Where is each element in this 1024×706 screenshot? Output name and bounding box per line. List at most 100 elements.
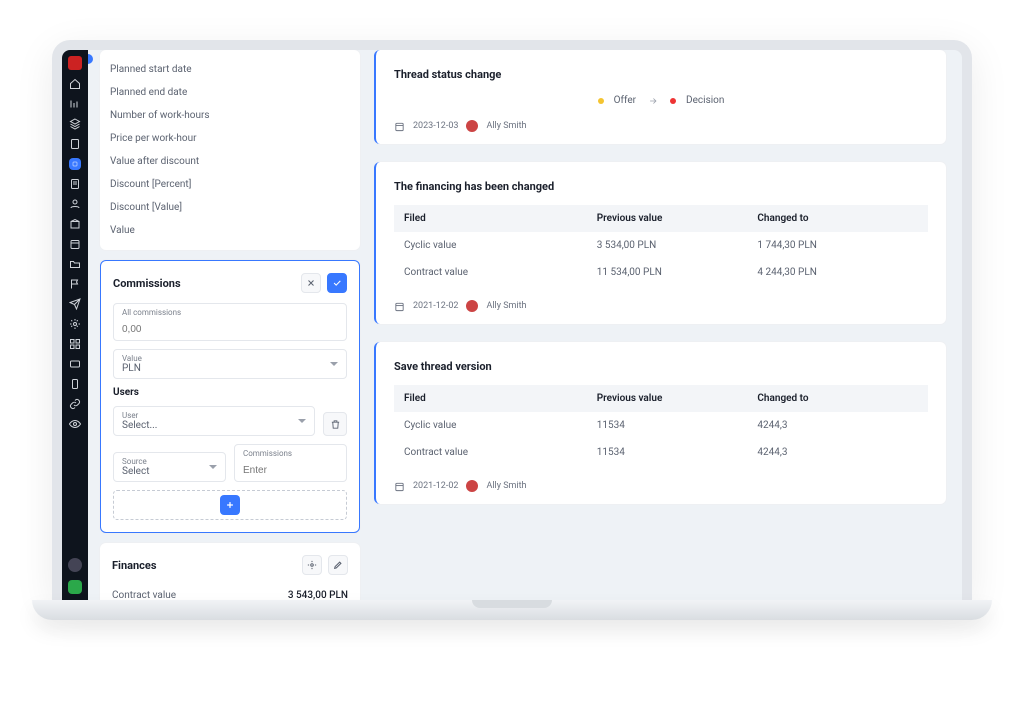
timeline-dot-icon	[88, 54, 93, 64]
finance-row: Contract value 3 543,00 PLN	[112, 585, 348, 600]
close-button[interactable]	[301, 273, 321, 293]
user-select[interactable]: Select...	[122, 420, 306, 431]
status-to: Decision	[686, 95, 724, 106]
status-change-line: Offer Decision	[394, 95, 928, 106]
help-icon[interactable]	[68, 580, 82, 594]
finance-amount: 3 543,00 PLN	[288, 590, 348, 600]
timeline-entry-financing-changed: The financing has been changed Filed Pre…	[374, 162, 946, 324]
nav-icon-card[interactable]	[69, 358, 81, 370]
entry-title: The financing has been changed	[394, 180, 928, 193]
value-currency-select[interactable]: PLN	[122, 363, 338, 374]
fields-card: Planned start date Planned end date Numb…	[100, 50, 360, 250]
author-avatar-icon	[466, 480, 478, 492]
table-cell: 11534	[597, 447, 758, 458]
nav-icon-eye[interactable]	[69, 418, 81, 430]
table-header-cell: Filed	[404, 213, 597, 224]
table-header-cell: Changed to	[757, 213, 918, 224]
nav-icon-home[interactable]	[69, 78, 81, 90]
finances-card: Finances Contract value 3 543,00 PLN Cyc…	[100, 543, 360, 600]
table-cell: Cyclic value	[404, 420, 597, 431]
arrow-right-icon	[646, 96, 660, 106]
nav-icon-gear[interactable]	[69, 318, 81, 330]
table-cell: Contract value	[404, 267, 597, 278]
field-label: Number of work-hours	[110, 104, 350, 127]
source-select[interactable]: Select	[122, 466, 217, 477]
field-label: Source	[122, 457, 217, 466]
nav-icon-chart[interactable]	[69, 98, 81, 110]
nav-icon-grid[interactable]	[69, 338, 81, 350]
entry-title: Thread status change	[394, 68, 928, 81]
field-label: Price per work-hour	[110, 127, 350, 150]
table-row: Cyclic value 11534 4244,3	[394, 412, 928, 439]
table-header-cell: Changed to	[757, 393, 918, 404]
value-currency-field: Value PLN	[113, 349, 347, 379]
nav-icon-send[interactable]	[69, 298, 81, 310]
table-cell: Cyclic value	[404, 240, 597, 251]
nav-icon-mobile[interactable]	[69, 378, 81, 390]
nav-icon-flag[interactable]	[69, 278, 81, 290]
nav-icon-users[interactable]	[69, 198, 81, 210]
field-label: Value	[110, 219, 350, 242]
calendar-icon	[394, 481, 405, 492]
entry-date: 2023-12-03	[413, 121, 458, 131]
add-row-button[interactable]	[220, 495, 240, 515]
field-label: All commissions	[122, 308, 338, 317]
entry-date: 2021-12-02	[413, 301, 458, 311]
table-cell: 11534	[597, 420, 758, 431]
entry-author: Ally Smith	[486, 301, 526, 311]
table-cell: 4244,3	[757, 420, 918, 431]
table-header-cell: Previous value	[597, 393, 758, 404]
finance-label: Contract value	[112, 590, 176, 600]
field-label: Discount [Value]	[110, 196, 350, 219]
changes-table: Filed Previous value Changed to Cyclic v…	[394, 205, 928, 286]
app-logo[interactable]	[68, 56, 82, 70]
nav-icon-calendar[interactable]	[69, 238, 81, 250]
table-cell: Contract value	[404, 447, 597, 458]
entry-date: 2021-12-02	[413, 481, 458, 491]
nav-icon-folder[interactable]	[69, 258, 81, 270]
changes-table: Filed Previous value Changed to Cyclic v…	[394, 385, 928, 466]
author-avatar-icon	[466, 300, 478, 312]
nav-icon-box[interactable]	[69, 218, 81, 230]
finances-title: Finances	[112, 559, 157, 572]
table-cell: 4244,3	[757, 447, 918, 458]
status-from: Offer	[614, 95, 636, 106]
field-label: Planned start date	[110, 58, 350, 81]
confirm-button[interactable]	[327, 273, 347, 293]
timeline-entry-save-version: Save thread version Filed Previous value…	[374, 342, 946, 504]
entry-author: Ally Smith	[486, 121, 526, 131]
table-row: Contract value 11 534,00 PLN 4 244,30 PL…	[394, 259, 928, 286]
field-label: Commissions	[243, 449, 338, 458]
table-cell: 11 534,00 PLN	[597, 267, 758, 278]
edit-button[interactable]	[328, 555, 348, 575]
users-heading: Users	[113, 387, 347, 398]
commissions-title: Commissions	[113, 277, 181, 290]
table-header-cell: Previous value	[597, 213, 758, 224]
field-label: Value	[122, 354, 338, 363]
field-label: Discount [Percent]	[110, 173, 350, 196]
add-row-area	[113, 490, 347, 520]
author-avatar-icon	[466, 120, 478, 132]
status-dot-icon	[670, 98, 676, 104]
timeline-entry-status-change: Thread status change Offer Decision 2023…	[374, 50, 946, 144]
field-label: User	[122, 411, 306, 420]
entry-title: Save thread version	[394, 360, 928, 373]
table-cell: 3 534,00 PLN	[597, 240, 758, 251]
nav-icon-active[interactable]	[69, 158, 81, 170]
nav-icon-link[interactable]	[69, 398, 81, 410]
all-commissions-field: All commissions	[113, 303, 347, 341]
commission-input[interactable]	[243, 465, 338, 476]
all-commissions-input[interactable]	[122, 324, 338, 335]
status-dot-icon	[598, 98, 604, 104]
table-row: Cyclic value 3 534,00 PLN 1 744,30 PLN	[394, 232, 928, 259]
table-row: Contract value 11534 4244,3	[394, 439, 928, 466]
nav-icon-layers[interactable]	[69, 118, 81, 130]
entry-author: Ally Smith	[486, 481, 526, 491]
delete-row-button[interactable]	[323, 412, 347, 436]
nav-icon-doc[interactable]	[69, 138, 81, 150]
user-avatar-icon[interactable]	[68, 558, 82, 572]
nav-icon-page[interactable]	[69, 178, 81, 190]
sidebar-rail	[62, 50, 88, 600]
field-label: Planned end date	[110, 81, 350, 104]
settings-button[interactable]	[302, 555, 322, 575]
